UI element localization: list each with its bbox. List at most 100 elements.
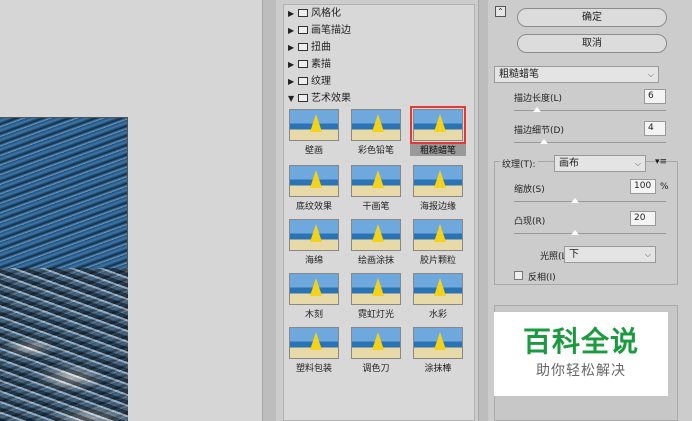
filter-label: 底纹效果 [295, 202, 332, 212]
filter-preview-image [413, 327, 463, 359]
category-label: 素描 [311, 59, 331, 70]
collapsed-arrow-icon: ▶ [288, 77, 295, 86]
texture-menu-icon[interactable]: ▾≡ [655, 157, 667, 167]
scaling-slider[interactable] [514, 201, 666, 202]
filter-preview-image [351, 273, 401, 305]
filter-preview-image [351, 219, 401, 251]
stroke-length-label: 描边长度(L) [514, 94, 563, 104]
category-texture[interactable]: ▶ 纹理 [284, 73, 474, 90]
chevron-down-icon: ⌵ [647, 70, 654, 79]
stroke-detail-label: 描边细节(D) [514, 126, 564, 136]
folder-icon [298, 43, 308, 51]
cancel-button[interactable]: 取消 [517, 34, 667, 53]
collapsed-arrow-icon: ▶ [288, 60, 295, 69]
preview-canvas[interactable] [0, 0, 262, 421]
texture-label: 纹理(T): [500, 157, 538, 170]
filter-thumb[interactable]: 海报边缘 [410, 165, 466, 215]
category-brush-strokes[interactable]: ▶ 画笔描边 [284, 22, 474, 39]
filter-select[interactable]: 粗糙蜡笔 ⌵ [494, 66, 659, 83]
filter-select-value: 粗糙蜡笔 [499, 69, 539, 80]
ok-button[interactable]: 确定 [517, 8, 667, 27]
category-label: 画笔描边 [311, 25, 351, 36]
filter-thumb-selected[interactable]: 粗糙蜡笔 [410, 106, 466, 159]
category-stylize[interactable]: ▶ 风格化 [284, 5, 474, 22]
filter-thumb[interactable]: 彩色铅笔 [348, 109, 404, 159]
filter-label: 干画笔 [362, 202, 390, 212]
folder-icon [298, 26, 308, 34]
filter-label: 壁画 [304, 146, 323, 156]
chevron-down-icon: ⌵ [634, 159, 641, 168]
collapse-gallery-icon[interactable]: ⌃ [495, 6, 506, 17]
panel-splitter-right[interactable] [478, 0, 488, 421]
filter-label: 水彩 [428, 310, 447, 320]
filter-thumbnails: 壁画 彩色铅笔 粗糙蜡笔 底纹效果 干画笔 海报边缘 海绵 绘画涂抹 胶片颗粒 … [284, 106, 474, 387]
stroke-detail-slider-knob[interactable] [540, 139, 549, 144]
invert-checkbox[interactable] [514, 271, 523, 280]
filter-preview-image [289, 273, 339, 305]
filter-preview-image [351, 327, 401, 359]
collapsed-arrow-icon: ▶ [288, 43, 295, 52]
filter-thumb[interactable]: 木刻 [286, 273, 342, 323]
panel-splitter-left[interactable] [262, 0, 276, 421]
filter-thumb[interactable]: 胶片颗粒 [410, 219, 466, 269]
folder-icon [298, 9, 308, 17]
filter-thumb[interactable]: 壁画 [286, 109, 342, 159]
preview-image [0, 117, 128, 421]
filter-label: 粗糙蜡笔 [410, 143, 466, 156]
filter-thumb[interactable]: 塑料包装 [286, 327, 342, 377]
category-label: 艺术效果 [311, 93, 351, 104]
filter-thumb[interactable]: 底纹效果 [286, 165, 342, 215]
filter-thumb[interactable]: 绘画涂抹 [348, 219, 404, 269]
light-select[interactable]: 下 ⌵ [564, 246, 656, 263]
filter-label: 海报边缘 [419, 202, 456, 212]
category-label: 风格化 [311, 8, 341, 19]
collapsed-arrow-icon: ▶ [288, 26, 295, 35]
category-artistic[interactable]: ▼ 艺术效果 [284, 90, 474, 107]
texture-select-value: 画布 [559, 158, 579, 169]
watermark-subtitle: 助你轻松解决 [536, 363, 626, 379]
filter-label: 胶片颗粒 [419, 256, 456, 266]
filter-label: 塑料包装 [295, 364, 332, 374]
stroke-detail-slider[interactable] [514, 142, 666, 143]
filter-preview-image [289, 219, 339, 251]
filter-thumb[interactable]: 海绵 [286, 219, 342, 269]
filter-preview-image [289, 327, 339, 359]
scaling-slider-knob[interactable] [570, 198, 579, 203]
watermark-logo: 百科全说 助你轻松解决 [494, 312, 668, 396]
chevron-down-icon: ⌵ [644, 250, 651, 259]
filter-preview-image [351, 109, 401, 141]
filter-preview-image [413, 165, 463, 197]
filter-label: 海绵 [304, 256, 323, 266]
filter-thumb[interactable]: 涂抹棒 [410, 327, 466, 377]
relief-label: 凸现(R) [514, 217, 546, 227]
relief-slider[interactable] [514, 233, 666, 234]
filter-preview-image [351, 165, 401, 197]
category-sketch[interactable]: ▶ 素描 [284, 56, 474, 73]
category-label: 纹理 [311, 76, 331, 87]
texture-select[interactable]: 画布 ⌵ [554, 155, 646, 172]
filter-label: 绘画涂抹 [357, 256, 394, 266]
relief-input[interactable]: 20 [630, 211, 656, 226]
invert-label: 反相(I) [528, 273, 556, 283]
filter-preview-image [289, 109, 339, 141]
relief-slider-knob[interactable] [570, 230, 579, 235]
scaling-input[interactable]: 100 [630, 179, 656, 194]
stroke-length-slider-knob[interactable] [532, 107, 541, 112]
category-distort[interactable]: ▶ 扭曲 [284, 39, 474, 56]
stroke-length-input[interactable]: 6 [644, 89, 666, 104]
filter-label: 彩色铅笔 [357, 146, 394, 156]
stroke-detail-input[interactable]: 4 [644, 121, 666, 136]
filter-preview-image [410, 106, 466, 144]
category-label: 扭曲 [311, 42, 331, 53]
filter-thumb[interactable]: 干画笔 [348, 165, 404, 215]
filter-preview-image [413, 219, 463, 251]
filter-thumb[interactable]: 霓虹灯光 [348, 273, 404, 323]
folder-open-icon [298, 94, 308, 102]
folder-icon [298, 77, 308, 85]
expanded-arrow-icon: ▼ [288, 94, 295, 103]
filter-thumb[interactable]: 调色刀 [348, 327, 404, 377]
filter-label: 涂抹棒 [424, 364, 452, 374]
filter-preview-image [289, 165, 339, 197]
folder-icon [298, 60, 308, 68]
filter-thumb[interactable]: 水彩 [410, 273, 466, 323]
